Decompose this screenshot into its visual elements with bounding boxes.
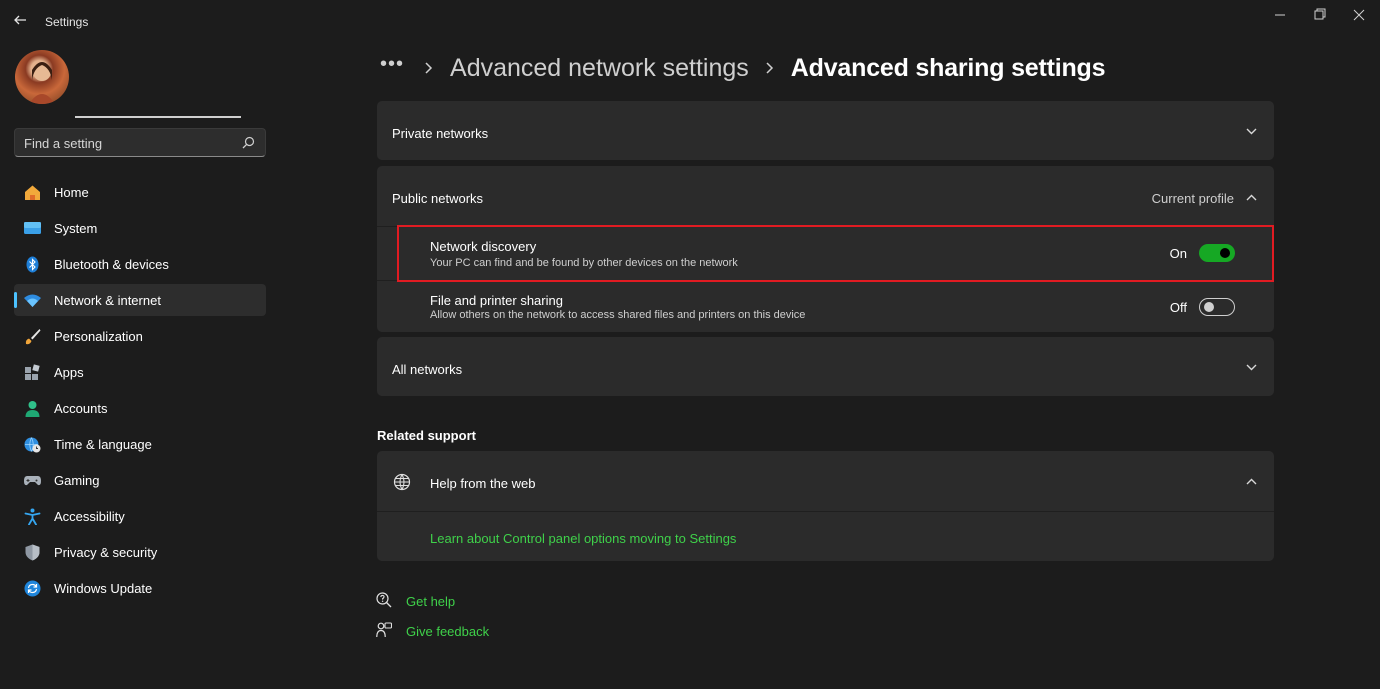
chevron-up-icon[interactable] — [1245, 475, 1258, 488]
sidebar-item-system[interactable]: System — [14, 212, 266, 244]
update-icon — [24, 580, 41, 597]
file-printer-sharing-toggle[interactable] — [1199, 298, 1235, 316]
home-icon — [25, 185, 40, 200]
sidebar-nav: Home System Bluetooth & devices Network … — [14, 176, 266, 608]
restore-icon — [1314, 8, 1326, 20]
sidebar-item-accounts[interactable]: Accounts — [14, 392, 266, 424]
network-icon — [24, 294, 41, 307]
search-box[interactable] — [14, 128, 266, 157]
current-profile-badge: Current profile — [1151, 191, 1234, 206]
get-help-link[interactable]: Get help — [406, 594, 455, 609]
help-from-web-title: Help from the web — [430, 476, 536, 491]
page-title: Advanced sharing settings — [790, 53, 1106, 82]
bluetooth-icon — [26, 256, 39, 273]
gamepad-icon — [24, 476, 41, 486]
public-networks-title: Public networks — [392, 191, 484, 206]
give-feedback-icon — [376, 622, 392, 638]
restore-button[interactable] — [1309, 6, 1329, 24]
user-photo-icon — [29, 62, 55, 104]
system-icon — [24, 222, 41, 234]
back-button[interactable] — [12, 12, 32, 32]
file-printer-sharing-title: File and printer sharing — [430, 293, 563, 308]
brush-icon — [25, 329, 41, 345]
sidebar-item-gaming[interactable]: Gaming — [14, 464, 266, 496]
sidebar-item-time-language[interactable]: Time & language — [14, 428, 266, 460]
shield-icon — [25, 544, 40, 561]
back-arrow-icon — [14, 15, 26, 25]
globe-icon — [393, 473, 411, 491]
toggle-knob — [1204, 302, 1214, 312]
chevron-up-icon[interactable] — [1245, 191, 1258, 204]
chevron-right-icon — [766, 62, 773, 74]
give-feedback-link[interactable]: Give feedback — [406, 624, 489, 639]
sidebar-item-network[interactable]: Network & internet — [14, 284, 266, 316]
file-printer-sharing-row: File and printer sharing Allow others on… — [377, 280, 1274, 334]
accessibility-icon — [24, 508, 41, 525]
chevron-down-icon[interactable] — [1245, 361, 1258, 374]
account-icon — [25, 401, 40, 417]
related-support-heading: Related support — [377, 428, 476, 443]
sidebar-item-personalization[interactable]: Personalization — [14, 320, 266, 352]
title-bar: Settings — [0, 0, 1380, 42]
chevron-right-icon — [425, 62, 433, 74]
breadcrumb-more-button[interactable]: ••• — [380, 53, 404, 76]
avatar[interactable] — [15, 50, 69, 104]
search-icon[interactable] — [242, 136, 255, 149]
sidebar-item-accessibility[interactable]: Accessibility — [14, 500, 266, 532]
close-icon — [1353, 9, 1365, 21]
app-title: Settings — [45, 15, 89, 29]
sidebar-item-windows-update[interactable]: Windows Update — [14, 572, 266, 604]
help-from-web-expander: Help from the web Learn about Control pa… — [377, 451, 1274, 561]
private-networks-title: Private networks — [392, 126, 489, 141]
get-help-icon — [376, 592, 392, 608]
breadcrumb-advanced-network-settings[interactable]: Advanced network settings — [450, 54, 749, 83]
sidebar-item-bluetooth[interactable]: Bluetooth & devices — [14, 248, 266, 280]
minimize-icon — [1275, 14, 1285, 16]
control-panel-options-link[interactable]: Learn about Control panel options moving… — [430, 531, 736, 546]
file-printer-sharing-description: Allow others on the network to access sh… — [430, 309, 806, 321]
minimize-button[interactable] — [1270, 6, 1290, 24]
public-networks-header[interactable]: Public networks Current profile — [377, 166, 1274, 226]
apps-icon — [25, 364, 40, 380]
user-name-placeholder — [75, 116, 241, 118]
divider — [377, 511, 1274, 512]
sidebar-item-apps[interactable]: Apps — [14, 356, 266, 388]
sidebar-item-home[interactable]: Home — [14, 176, 266, 208]
highlight-box — [397, 225, 1274, 282]
file-printer-sharing-state: Off — [1169, 300, 1187, 315]
all-networks-expander[interactable]: All networks — [377, 337, 1274, 396]
help-from-web-header[interactable]: Help from the web — [377, 451, 1274, 511]
all-networks-title: All networks — [392, 362, 463, 377]
sidebar-item-privacy-security[interactable]: Privacy & security — [14, 536, 266, 568]
chevron-down-icon[interactable] — [1245, 125, 1258, 138]
search-input[interactable] — [24, 134, 234, 152]
private-networks-expander[interactable]: Private networks — [377, 101, 1274, 160]
close-button[interactable] — [1349, 6, 1369, 24]
breadcrumb: ••• Advanced network settings Advanced s… — [380, 52, 1106, 84]
globe-clock-icon — [24, 437, 41, 453]
